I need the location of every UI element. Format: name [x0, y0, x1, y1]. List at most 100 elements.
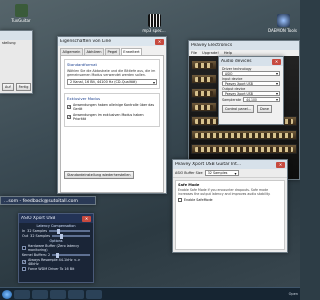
amp-knobs: [195, 91, 213, 96]
done-button[interactable]: Done: [256, 105, 272, 113]
properties-titlebar[interactable]: Eigenschaften von Line ✕: [58, 37, 166, 46]
xport-window: Peavey Xport USB Guitar Int... ✕ ASIO Bu…: [172, 159, 288, 253]
amp-head[interactable]: [191, 130, 297, 140]
latency-in-row: In 32 Samples: [22, 228, 90, 234]
latency-in-value: 32 Samples: [27, 229, 48, 233]
amp-head[interactable]: [191, 74, 217, 84]
peavey-title: Peavey Electronics: [191, 43, 233, 48]
standard-format-text: Wählen Sie die Abtastrate und die Bittie…: [67, 69, 156, 78]
kernel-buffers-row: Kernel Buffers: 2: [22, 252, 90, 258]
samplerate-select[interactable]: 44,100: [243, 97, 280, 102]
amp-head[interactable]: [191, 60, 217, 70]
latency-compensation-heading: Latency Compensation: [36, 224, 76, 228]
checkbox-unchecked[interactable]: [178, 198, 182, 202]
menu-upgrade[interactable]: Upgrade!: [202, 51, 219, 55]
control-panel-button[interactable]: Control panel...: [222, 105, 254, 113]
safe-mode-label: Enable SafeMode: [184, 198, 213, 202]
tab-allgemein[interactable]: Allgemein: [60, 48, 83, 55]
tab-pegel[interactable]: Pegel: [105, 48, 120, 55]
force-wdm-option[interactable]: Force WDM Driver To 16 Bit: [22, 267, 90, 271]
taskbar: Open: [0, 287, 300, 300]
force-wdm-label: Force WDM Driver To 16 Bit: [28, 267, 75, 271]
latency-out-slider[interactable]: [52, 233, 90, 239]
amp-head[interactable]: [191, 144, 297, 154]
menu-help[interactable]: Help: [224, 51, 232, 55]
exclusive-mode-group: Exklusiver Modus ✓ Anwendungen haben all…: [64, 93, 160, 128]
exclusive-mode-heading: Exklusiver Modus: [67, 96, 101, 102]
options-heading: Options: [49, 239, 63, 243]
audio-devices-buttons: Control panel... Done: [222, 105, 280, 113]
properties-tabs: Allgemein Abhören Pegel Erweitert: [58, 46, 166, 55]
safe-mode-heading: Safe Mode: [178, 183, 200, 187]
left-window-button-auf[interactable]: Auf: [2, 83, 14, 91]
kernel-buffers-slider[interactable]: [52, 252, 90, 258]
desktop-icon-label: DAEMON Tools Lite: [268, 28, 298, 33]
exclusive-priority-option[interactable]: ✓ Anwendungen im exklusiven Modus haben …: [67, 113, 157, 121]
peavey-titlebar[interactable]: Peavey Electronics: [189, 41, 299, 50]
latency-out-label: Out: [22, 234, 29, 238]
taskbar-button-explorer[interactable]: [14, 289, 30, 299]
output-device-select[interactable]: Peavey Xport USB: [222, 91, 280, 96]
close-icon[interactable]: ✕: [276, 161, 285, 168]
resample-option[interactable]: ✓ Always Resample 44.1kHz <-> 48kHz: [22, 258, 90, 266]
amp-knobs: [195, 77, 213, 82]
checkbox-unchecked[interactable]: [22, 246, 26, 250]
amp-head[interactable]: [191, 88, 217, 98]
latency-out-row: Out 32 Samples: [22, 233, 90, 239]
left-window-buttons: Auf Fertig: [0, 82, 32, 92]
properties-window: Eigenschaften von Line ✕ Allgemein Abhör…: [57, 36, 167, 194]
tab-abhoeren[interactable]: Abhören: [83, 48, 105, 55]
hardware-buffer-option[interactable]: Hardware Buffer (Zero latency monitoring…: [22, 244, 90, 252]
restore-defaults-button[interactable]: Standardeinstellung wiederherstellen: [64, 171, 134, 180]
taskbar-button-settings[interactable]: [86, 289, 102, 299]
slider-thumb[interactable]: [55, 252, 59, 258]
taskbar-button-peavey[interactable]: [68, 289, 84, 299]
standard-format-group: Standardformat Wählen Sie die Abtastrate…: [64, 59, 160, 90]
buffer-size-label: ASIO Buffer Size: [175, 171, 203, 175]
desktop-icon-tuxguitar[interactable]: TuxGuitar: [8, 4, 34, 23]
daemon-tools-icon: [276, 14, 290, 27]
latency-in-label: In: [22, 229, 26, 233]
audio-devices-titlebar[interactable]: Audio devices ✕: [219, 57, 283, 66]
left-window-button-fertig[interactable]: Fertig: [15, 83, 32, 91]
latency-out-value: 32 Samples: [30, 234, 51, 238]
checkbox-checked[interactable]: ✓: [67, 105, 71, 110]
format-select[interactable]: 2 Kanal, 16 Bit, 44100 Hz (CD-Qualität): [67, 79, 157, 86]
latency-content: Latency Compensation In 32 Samples Out 3…: [19, 223, 93, 273]
close-icon[interactable]: ✕: [155, 38, 164, 45]
exclusive-control-label: Anwendungen haben alleinige Kontrolle üb…: [73, 103, 155, 112]
exclusive-control-option[interactable]: ✓ Anwendungen haben alleinige Kontrolle …: [67, 103, 157, 111]
kernel-buffers-label: Kernel Buffers: 2: [22, 253, 51, 257]
samplerate-label: Samplerate: [222, 97, 242, 102]
latency-titlebar[interactable]: ASIO Xport USB ✕: [19, 214, 93, 223]
close-icon[interactable]: ✕: [82, 215, 91, 222]
taskbar-clock: Open: [288, 292, 298, 296]
properties-title: Eigenschaften von Line: [60, 39, 112, 44]
desktop-icon-label: mp3 spec...: [142, 28, 166, 33]
driver-select[interactable]: ASIO: [222, 71, 280, 76]
buffer-size-select[interactable]: 32 Samples: [204, 170, 239, 176]
desktop-icon-mp3spec[interactable]: mp3 spec...: [141, 14, 167, 33]
desktop: TuxGuitar mp3 spec... DAEMON Tools Lite …: [0, 0, 300, 300]
checkbox-checked[interactable]: ✓: [22, 260, 26, 264]
safe-mode-text: Enable Safe Mode if you encounter dropou…: [178, 188, 271, 196]
checkbox-unchecked[interactable]: [22, 267, 26, 271]
taskbar-button-browser[interactable]: [32, 289, 48, 299]
amp-head[interactable]: [191, 102, 217, 112]
audio-devices-window: Audio devices ✕ Driver technology ASIO I…: [218, 56, 284, 125]
tab-erweitert[interactable]: Erweitert: [120, 48, 143, 55]
checkbox-checked[interactable]: ✓: [67, 115, 71, 120]
amp-knobs: [195, 133, 293, 138]
latency-in-slider[interactable]: [49, 228, 90, 234]
slider-thumb[interactable]: [59, 233, 63, 239]
xport-titlebar[interactable]: Peavey Xport USB Guitar Int... ✕: [173, 160, 287, 169]
taskbar-button-media[interactable]: [50, 289, 66, 299]
safe-mode-option[interactable]: Enable SafeMode: [178, 198, 282, 202]
start-button[interactable]: [2, 289, 12, 299]
left-window-titlebar[interactable]: [0, 31, 32, 40]
close-icon[interactable]: ✕: [272, 58, 281, 65]
xport-title: Peavey Xport USB Guitar Int...: [175, 162, 241, 167]
input-device-select[interactable]: Peavey Xport USB: [222, 81, 280, 86]
menu-file[interactable]: File: [191, 51, 197, 55]
desktop-icon-daemon-tools[interactable]: DAEMON Tools Lite: [268, 14, 298, 33]
